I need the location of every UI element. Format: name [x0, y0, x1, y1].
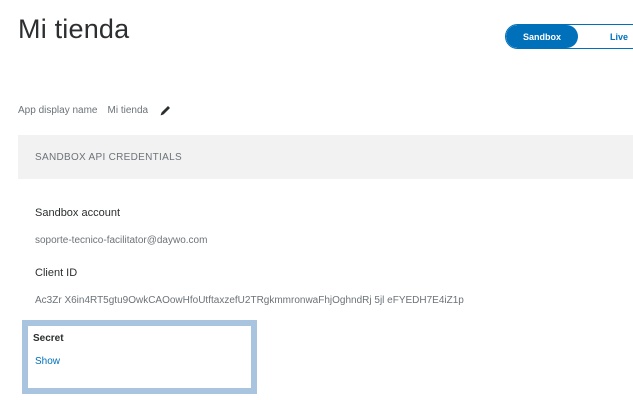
client-id-value: Ac3Zr X6in4RT5gtu9OwkCAOowHfoUtftaxzefU2…	[35, 295, 464, 306]
environment-toggle: Sandbox Live	[505, 24, 633, 49]
pencil-icon[interactable]	[158, 103, 172, 117]
sandbox-account-value: soporte-tecnico-facilitator@daywo.com	[35, 235, 208, 246]
secret-show-link[interactable]: Show	[35, 356, 60, 367]
app-display-name-label: App display name	[18, 104, 98, 116]
credentials-section-header: SANDBOX API CREDENTIALS	[18, 135, 633, 179]
page-title: Mi tienda	[18, 14, 130, 44]
client-id-label: Client ID	[35, 267, 78, 279]
credentials-section-title: SANDBOX API CREDENTIALS	[35, 151, 182, 163]
app-display-name-value: Mi tienda	[107, 104, 149, 116]
live-toggle-button[interactable]: Live	[578, 25, 633, 48]
sandbox-toggle-button[interactable]: Sandbox	[506, 25, 578, 48]
app-display-name-row: App display name Mi tienda	[18, 103, 172, 117]
sandbox-account-label: Sandbox account	[35, 207, 121, 219]
secret-label: Secret	[33, 333, 64, 344]
